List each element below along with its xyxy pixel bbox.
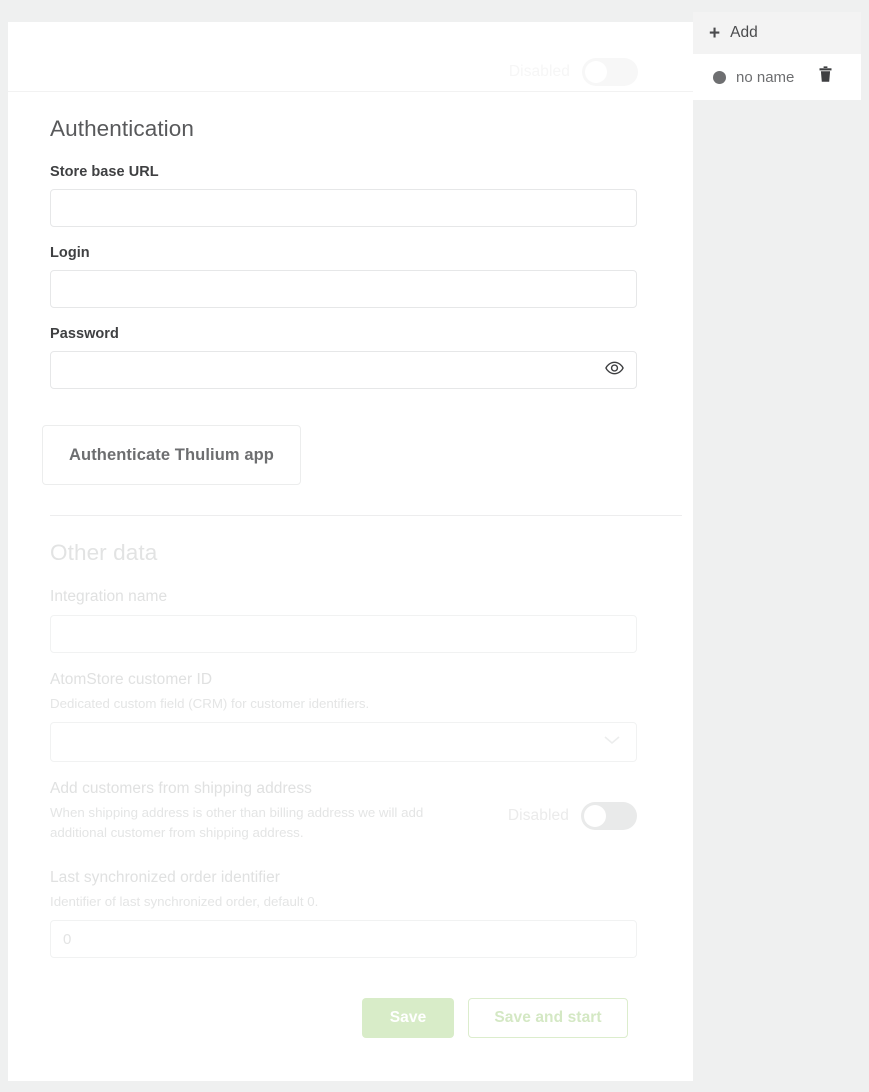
authenticate-thulium-button[interactable]: Authenticate Thulium app (42, 425, 301, 485)
integration-name-label: Integration name (50, 588, 168, 605)
master-toggle-group: Disabled (509, 58, 638, 86)
shipping-address-hint: When shipping address is other than bill… (50, 805, 424, 840)
store-base-url-field: Store base URL (50, 164, 663, 227)
authentication-section: Authentication Store base URL Login Pass… (38, 92, 682, 516)
last-order-identifier-field: Last synchronized order identifier Ident… (50, 868, 663, 959)
shipping-address-toggle-label: Disabled (507, 807, 569, 825)
atomstore-customer-id-label: AtomStore customer ID (50, 671, 213, 688)
login-field: Login (50, 245, 663, 308)
shipping-address-toggle-group: Disabled (488, 802, 637, 831)
last-order-identifier-label: Last synchronized order identifier (50, 868, 281, 886)
master-toggle-knob (585, 61, 607, 83)
password-input[interactable] (50, 351, 637, 389)
integrations-sidebar: + Add no name (693, 12, 861, 100)
shipping-address-toggle-knob (584, 805, 606, 828)
master-toggle-switch[interactable] (582, 58, 638, 86)
shipping-address-text: Add customers from shipping address When… (50, 780, 488, 851)
card-body: Authentication Store base URL Login Pass… (8, 92, 693, 1039)
last-order-identifier-input[interactable]: 0 (50, 920, 637, 959)
chevron-down-icon (602, 734, 622, 750)
eye-icon[interactable] (605, 361, 624, 379)
shipping-address-label: Add customers from shipping address (50, 780, 312, 798)
atomstore-customer-id-hint: Dedicated custom field (CRM) for custome… (50, 696, 370, 711)
card-top-strip: Disabled (8, 22, 693, 92)
save-and-start-button[interactable]: Save and start (468, 998, 628, 1039)
other-data-title: Other data (50, 540, 158, 565)
store-base-url-input[interactable] (50, 189, 637, 227)
status-dot-icon (713, 70, 726, 84)
shipping-address-field: Add customers from shipping address When… (50, 780, 637, 851)
atomstore-customer-id-select[interactable] (50, 722, 637, 763)
integration-settings-card: Disabled Authentication Store base URL L… (8, 22, 693, 1081)
plus-icon: + (709, 22, 721, 44)
last-order-identifier-hint: Identifier of last synchronized order, d… (50, 893, 319, 909)
integration-name-field: Integration name (50, 588, 663, 653)
password-label: Password (50, 326, 119, 342)
authentication-title: Authentication (50, 116, 195, 141)
form-footer: Save Save and start (38, 976, 663, 1039)
integration-name: no name (736, 68, 795, 86)
shipping-address-toggle-switch[interactable] (581, 802, 637, 831)
add-integration-label: Add (730, 24, 758, 41)
login-label: Login (50, 245, 90, 261)
store-base-url-label: Store base URL (50, 164, 159, 180)
atomstore-customer-id-field: AtomStore customer ID Dedicated custom f… (50, 671, 663, 763)
password-field: Password (50, 326, 663, 389)
save-button[interactable]: Save (362, 998, 454, 1039)
other-data-section: Other data Integration name AtomStore cu… (38, 516, 663, 959)
master-toggle-label: Disabled (508, 63, 570, 80)
trash-icon[interactable] (818, 66, 833, 88)
last-order-identifier-value: 0 (63, 930, 72, 948)
integration-name-input[interactable] (50, 615, 637, 653)
list-item[interactable]: no name (693, 54, 861, 100)
login-input[interactable] (50, 270, 637, 308)
add-integration-button[interactable]: + Add (693, 12, 861, 54)
